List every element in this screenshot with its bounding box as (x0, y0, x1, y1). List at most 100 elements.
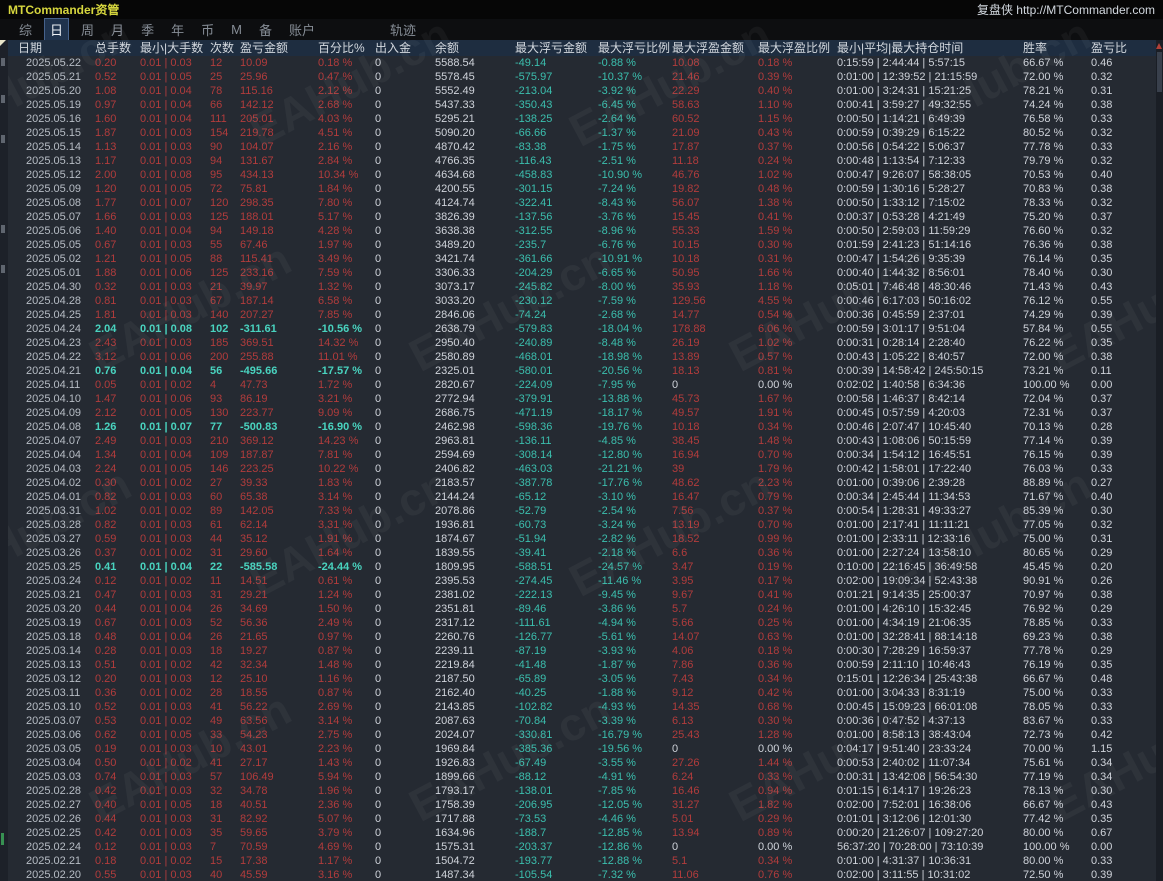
table-row[interactable]: 2025.03.19 0.67 0.01 | 0.03 52 56.36 2.49 % 0 2… (0, 616, 1156, 630)
tab-周[interactable]: 周 (76, 19, 99, 40)
table-row[interactable]: 2025.04.01 0.82 0.01 | 0.03 60 65.38 3.14 % 0 2… (0, 490, 1156, 504)
brand-link[interactable]: 复盘侠 http://MTCommander.com (977, 1, 1155, 18)
table-row[interactable]: 2025.03.13 0.51 0.01 | 0.02 42 32.34 1.48 % 0 2… (0, 658, 1156, 672)
total-lots: 0.59 (95, 533, 117, 545)
table-row[interactable]: 2025.03.06 0.62 0.01 | 0.05 33 54.23 2.75 % 0 2… (0, 728, 1156, 742)
table-row[interactable]: 2025.02.27 0.40 0.01 | 0.05 18 40.51 2.36 % 0 1… (0, 798, 1156, 812)
table-row[interactable]: 2025.05.13 1.17 0.01 | 0.03 94 131.67 2.84 % 0… (0, 154, 1156, 168)
tab-季[interactable]: 季 (136, 19, 159, 40)
table-row[interactable]: 2025.03.14 0.28 0.01 | 0.03 18 19.27 0.87 % 0 2… (0, 644, 1156, 658)
table-row[interactable]: 2025.04.21 0.76 0.01 | 0.04 56 -495.66 -17.57… (0, 364, 1156, 378)
column-header[interactable]: 出入金 (375, 40, 435, 56)
table-row[interactable]: 2025.03.03 0.74 0.01 | 0.03 57 106.49 5.94 % 0… (0, 770, 1156, 784)
table-row[interactable]: 2025.04.09 2.12 0.01 | 0.05 130 223.77 9.09 %… (0, 406, 1156, 420)
deposit-withdrawal: 0 (375, 813, 382, 825)
column-header[interactable]: 日期 (8, 40, 95, 56)
table-row[interactable]: 2025.03.10 0.52 0.01 | 0.03 41 56.22 2.69 % 0 2… (0, 700, 1156, 714)
column-header[interactable]: 最大浮亏金额 (515, 40, 598, 56)
table-row[interactable]: 2025.03.05 0.19 0.01 | 0.03 10 43.01 2.23 % 0 1… (0, 742, 1156, 756)
table-row[interactable]: 2025.03.07 0.53 0.01 | 0.02 49 63.56 3.14 % 0 2… (0, 714, 1156, 728)
pnl-amount: -585.58 (240, 561, 278, 573)
table-row[interactable]: 2025.05.01 1.88 0.01 | 0.06 125 233.16 7.59 %… (0, 266, 1156, 280)
table-row[interactable]: 2025.02.25 0.42 0.01 | 0.03 35 59.65 3.79 % 0 1… (0, 826, 1156, 840)
tab-综[interactable]: 综 (14, 19, 37, 40)
win-rate: 100.00 % (1023, 379, 1070, 391)
column-header[interactable]: 最小|大手数 (140, 40, 210, 56)
table-row[interactable]: 2025.03.28 0.82 0.01 | 0.03 61 62.14 3.31 % 0 1… (0, 518, 1156, 532)
table-row[interactable]: 2025.03.25 0.41 0.01 | 0.04 22 -585.58 -24.44… (0, 560, 1156, 574)
column-header[interactable]: 总手数 (95, 40, 140, 56)
tab-币[interactable]: 币 (196, 19, 219, 40)
table-row[interactable]: 2025.05.16 1.60 0.01 | 0.04 111 205.01 4.03 %… (0, 112, 1156, 126)
table-row[interactable]: 2025.04.22 3.12 0.01 | 0.06 200 255.88 11.01 … (0, 350, 1156, 364)
table-row[interactable]: 2025.05.12 2.00 0.01 | 0.08 95 434.13 10.34 %… (0, 168, 1156, 182)
tab-备[interactable]: 备 (254, 19, 277, 40)
column-header[interactable]: 盈亏金额 (240, 40, 318, 56)
table-row[interactable]: 2025.05.21 0.52 0.01 | 0.05 25 25.96 0.47 % 0 5… (0, 70, 1156, 84)
column-header[interactable]: 次数 (210, 40, 240, 56)
tab-日[interactable]: 日 (44, 18, 70, 41)
column-header[interactable]: 最大浮盈金额 (672, 40, 758, 56)
deposit-withdrawal: 0 (375, 687, 382, 699)
table-row[interactable]: 2025.05.07 1.66 0.01 | 0.03 125 188.01 5.17 %… (0, 210, 1156, 224)
table-row[interactable]: 2025.04.08 1.26 0.01 | 0.07 77 -500.83 -16.90… (0, 420, 1156, 434)
table-row[interactable]: 2025.04.03 2.24 0.01 | 0.05 146 223.25 10.22 … (0, 462, 1156, 476)
table-row[interactable]: 2025.04.07 2.49 0.01 | 0.03 210 369.12 14.23 … (0, 434, 1156, 448)
table-row[interactable]: 2025.05.20 1.08 0.01 | 0.04 78 115.16 2.12 % 0… (0, 84, 1156, 98)
column-header[interactable]: 百分比% (318, 40, 375, 56)
table-row[interactable]: 2025.03.26 0.37 0.01 | 0.02 31 29.60 1.64 % 0 1… (0, 546, 1156, 560)
table-row[interactable]: 2025.04.28 0.81 0.01 | 0.03 67 187.14 6.58 % 0… (0, 294, 1156, 308)
column-header[interactable]: 最大浮盈比例 (758, 40, 837, 56)
table-row[interactable]: 2025.05.22 0.20 0.01 | 0.03 12 10.09 0.18 % 0 5… (0, 56, 1156, 70)
table-row[interactable]: 2025.03.11 0.36 0.01 | 0.02 28 18.55 0.87 % 0 2… (0, 686, 1156, 700)
scrollbar-thumb[interactable] (1157, 52, 1162, 92)
table-row[interactable]: 2025.03.18 0.48 0.01 | 0.04 26 21.65 0.97 % 0 2… (0, 630, 1156, 644)
pnl-percent: 7.80 % (318, 197, 353, 209)
tab-月[interactable]: 月 (106, 19, 129, 40)
table-row[interactable]: 2025.02.21 0.18 0.01 | 0.02 15 17.38 1.17 % 0 1… (0, 854, 1156, 868)
table-row[interactable]: 2025.05.09 1.20 0.01 | 0.05 72 75.81 1.84 % 0 4… (0, 182, 1156, 196)
scroll-up-arrow-icon[interactable] (1156, 43, 1162, 49)
table-row[interactable]: 2025.04.24 2.04 0.01 | 0.08 102 -311.61 -10.5… (0, 322, 1156, 336)
min-max-lots: 0.01 | 0.03 (140, 869, 192, 881)
column-header[interactable]: 盈亏比 (1091, 40, 1156, 56)
table-row[interactable]: 2025.04.30 0.32 0.01 | 0.03 21 39.97 1.32 % 0 3… (0, 280, 1156, 294)
min-max-lots: 0.01 | 0.02 (140, 379, 192, 391)
table-row[interactable]: 2025.03.12 0.20 0.01 | 0.03 12 25.10 1.16 % 0 2… (0, 672, 1156, 686)
table-row[interactable]: 2025.05.19 0.97 0.01 | 0.04 66 142.12 2.68 % 0… (0, 98, 1156, 112)
table-row[interactable]: 2025.03.31 1.02 0.01 | 0.02 89 142.05 7.33 % 0… (0, 504, 1156, 518)
vertical-scrollbar[interactable] (1156, 40, 1163, 881)
table-row[interactable]: 2025.03.20 0.44 0.01 | 0.04 26 34.69 1.50 % 0 2… (0, 602, 1156, 616)
table-row[interactable]: 2025.04.25 1.81 0.01 | 0.03 140 207.27 7.85 %… (0, 308, 1156, 322)
table-row[interactable]: 2025.05.08 1.77 0.01 | 0.07 120 298.35 7.80 %… (0, 196, 1156, 210)
table-row[interactable]: 2025.05.14 1.13 0.01 | 0.03 90 104.07 2.16 % 0… (0, 140, 1156, 154)
max-float-profit-pct: 1.15 % (758, 113, 793, 125)
table-row[interactable]: 2025.04.23 2.43 0.01 | 0.03 185 369.51 14.32 … (0, 336, 1156, 350)
table-row[interactable]: 2025.04.02 0.30 0.01 | 0.02 27 39.33 1.83 % 0 2… (0, 476, 1156, 490)
table-row[interactable]: 2025.04.10 1.47 0.01 | 0.06 93 86.19 3.21 % 0 2… (0, 392, 1156, 406)
tab-年[interactable]: 年 (166, 19, 189, 40)
trade-count: 18 (210, 799, 223, 811)
table-row[interactable]: 2025.04.04 1.34 0.01 | 0.04 109 187.87 7.81 %… (0, 448, 1156, 462)
table-row[interactable]: 2025.02.20 0.55 0.01 | 0.03 40 45.59 3.16 % 0 1… (0, 868, 1156, 881)
table-row[interactable]: 2025.03.24 0.12 0.01 | 0.02 11 14.51 0.61 % 0 2… (0, 574, 1156, 588)
table-row[interactable]: 2025.03.21 0.47 0.01 | 0.03 31 29.21 1.24 % 0 2… (0, 588, 1156, 602)
table-row[interactable]: 2025.05.05 0.67 0.01 | 0.03 55 67.46 1.97 % 0 3… (0, 238, 1156, 252)
table-row[interactable]: 2025.02.26 0.44 0.01 | 0.03 31 82.92 5.07 % 0 1… (0, 812, 1156, 826)
table-row[interactable]: 2025.05.02 1.21 0.01 | 0.05 88 115.41 3.49 % 0… (0, 252, 1156, 266)
column-header[interactable]: 最大浮亏比例 (598, 40, 672, 56)
table-row[interactable]: 2025.03.27 0.59 0.01 | 0.03 44 35.12 1.91 % 0 1… (0, 532, 1156, 546)
tab-轨迹[interactable]: 轨迹 (385, 19, 421, 40)
table-row[interactable]: 2025.02.24 0.12 0.01 | 0.03 7 70.59 4.69 % 0 15… (0, 840, 1156, 854)
column-header[interactable]: 胜率 (1023, 40, 1091, 56)
column-header[interactable]: 最小|平均|最大持仓时间 (837, 40, 1023, 56)
table-row[interactable]: 2025.02.28 0.42 0.01 | 0.03 32 34.78 1.96 % 0 1… (0, 784, 1156, 798)
table-row[interactable]: 2025.03.04 0.50 0.01 | 0.02 41 27.17 1.43 % 0 1… (0, 756, 1156, 770)
column-header[interactable]: 余额 (435, 40, 515, 56)
table-row[interactable]: 2025.05.06 1.40 0.01 | 0.04 94 149.18 4.28 % 0… (0, 224, 1156, 238)
table-row[interactable]: 2025.04.11 0.05 0.01 | 0.02 4 47.73 1.72 % 0 28… (0, 378, 1156, 392)
table-row[interactable]: 2025.05.15 1.87 0.01 | 0.03 154 219.78 4.51 %… (0, 126, 1156, 140)
max-float-loss-pct: -3.10 % (598, 491, 636, 503)
tab-M[interactable]: M (226, 21, 247, 38)
tab-账户[interactable]: 账户 (284, 19, 320, 40)
